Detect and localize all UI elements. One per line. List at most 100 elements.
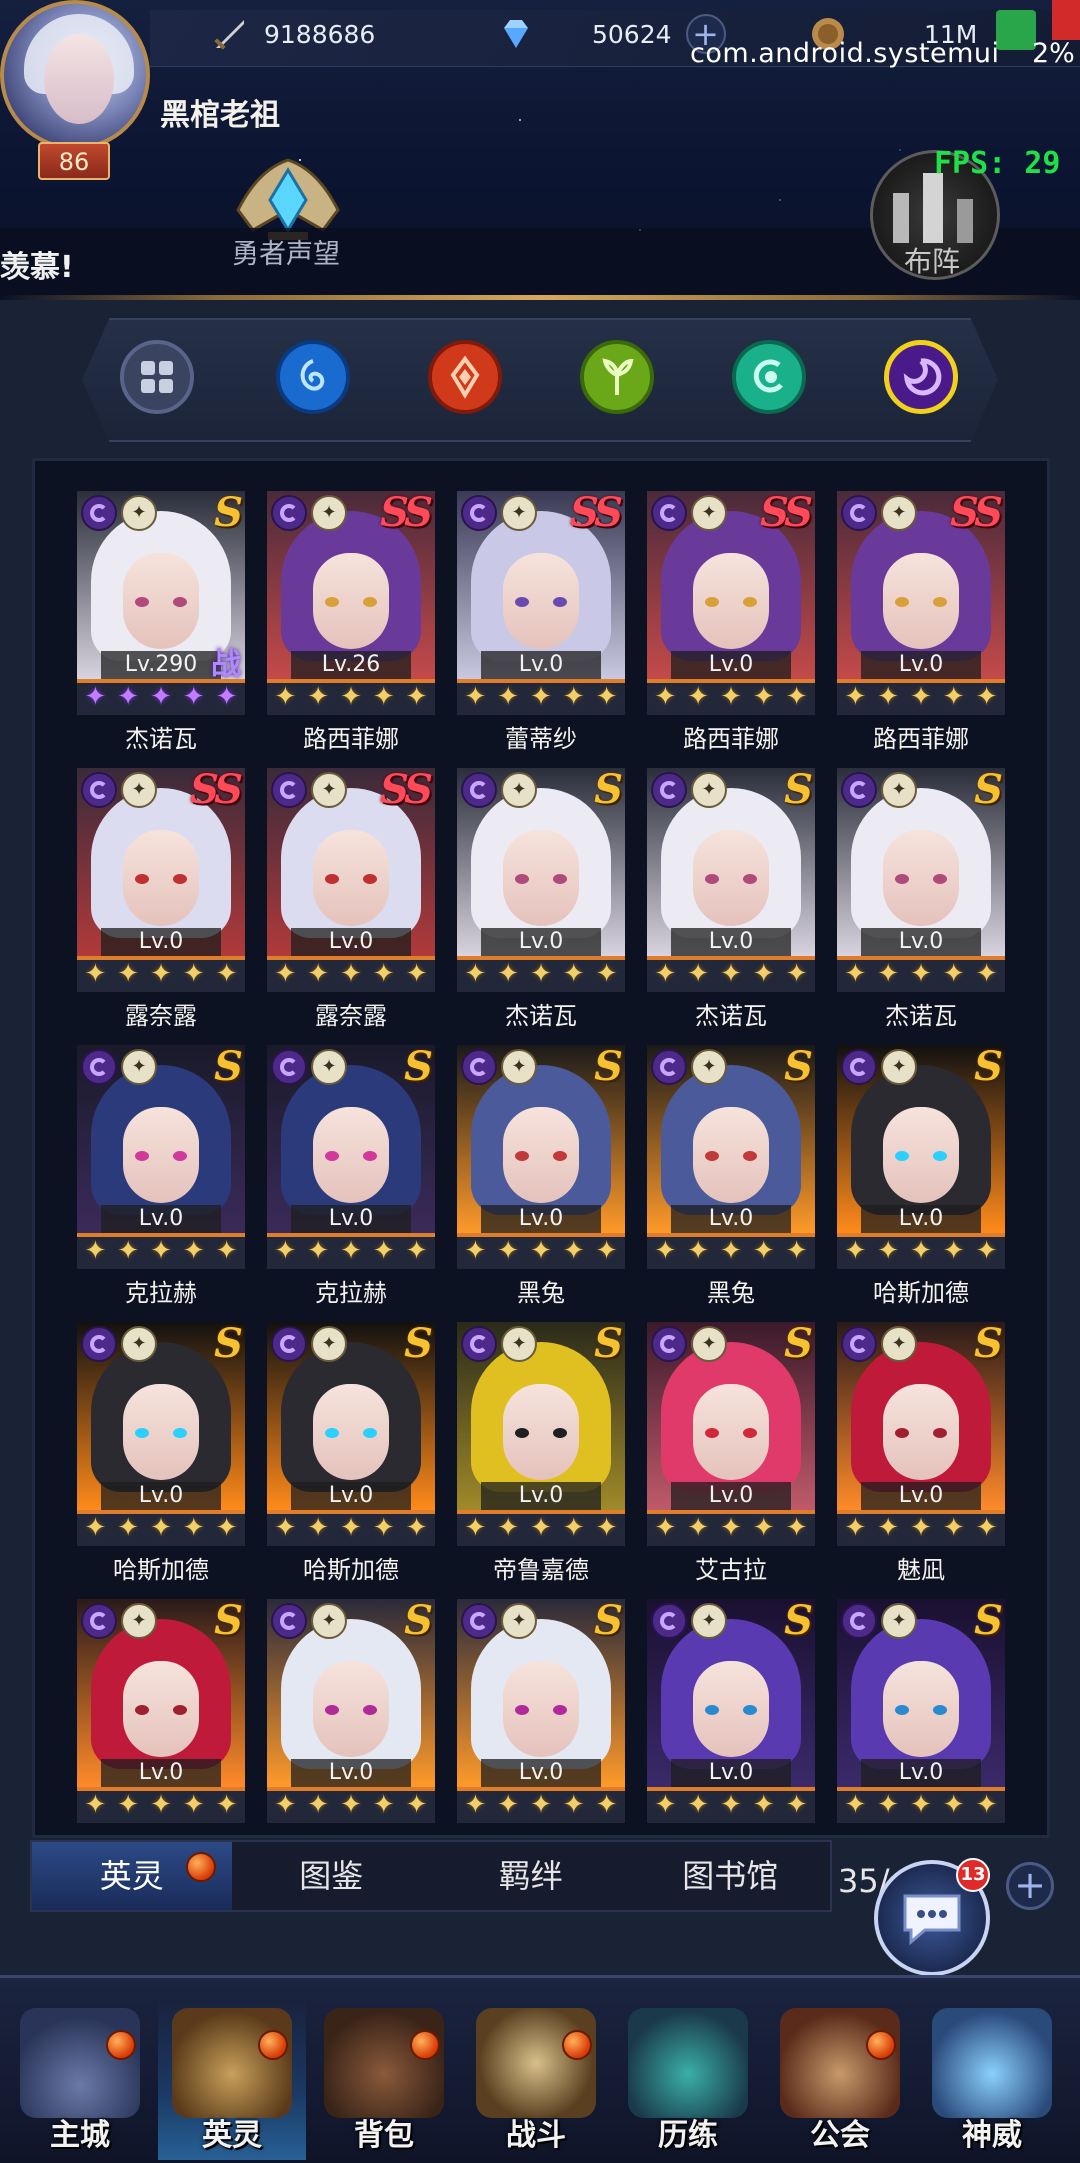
filter-dark-icon[interactable] (884, 340, 958, 414)
hero-card[interactable]: ✦ S Lv.0 ✦ ✦ ✦ ✦ ✦ (647, 1599, 815, 1835)
tab-codex[interactable]: 图鉴 (232, 1842, 432, 1910)
hero-card[interactable]: ✦ SS Lv.0 ✦ ✦ ✦ ✦ ✦ 蕾蒂纱 (457, 491, 625, 753)
hero-card[interactable]: ✦ SS Lv.0 ✦ ✦ ✦ ✦ ✦ 路西菲娜 (837, 491, 1005, 753)
star-icon: ✦ (215, 1513, 238, 1543)
hero-card[interactable]: ✦ S Lv.0 ✦ ✦ ✦ ✦ ✦ 黑兔 (457, 1045, 625, 1307)
star-icon: ✦ (215, 1236, 238, 1266)
hero-portrait: ✦ S Lv.0 (837, 768, 1005, 956)
tab-bonds[interactable]: 羁绊 (431, 1842, 631, 1910)
nav-guild[interactable]: 公会 (766, 2000, 914, 2160)
star-icon: ✦ (752, 1790, 775, 1820)
rank-badge: S (594, 1322, 623, 1367)
hero-card[interactable]: ✦ S Lv.290 战 ✦ ✦ ✦ ✦ ✦ 杰诺瓦 (77, 491, 245, 753)
filter-water-icon[interactable] (276, 340, 350, 414)
hero-card[interactable]: ✦ S Lv.0 ✦ ✦ ✦ ✦ ✦ 杰诺瓦 (647, 768, 815, 1030)
filter-fire-icon[interactable] (428, 340, 502, 414)
hero-portrait: ✦ S Lv.0 (77, 1322, 245, 1510)
star-icon: ✦ (117, 1236, 140, 1266)
hero-card[interactable]: ✦ S Lv.0 ✦ ✦ ✦ ✦ ✦ (457, 1599, 625, 1835)
rank-badge: SS (190, 768, 243, 813)
hero-card[interactable]: ✦ S Lv.0 ✦ ✦ ✦ ✦ ✦ (837, 1599, 1005, 1835)
star-icon: ✦ (84, 1513, 107, 1543)
star-icon: ✦ (530, 1513, 552, 1543)
hero-card[interactable]: ✦ S Lv.0 ✦ ✦ ✦ ✦ ✦ 克拉赫 (77, 1045, 245, 1307)
star-icon: ✦ (405, 1790, 428, 1820)
nav-divine[interactable]: 神威 (918, 2000, 1066, 2160)
marquee-text: 羡慕! (0, 250, 74, 285)
hero-card[interactable]: ✦ S Lv.0 ✦ ✦ ✦ ✦ ✦ 帝鲁嘉德 (457, 1322, 625, 1584)
nav-trials[interactable]: 历练 (614, 2000, 762, 2160)
dark-element-icon (841, 495, 877, 531)
star-rating: ✦ ✦ ✦ ✦ ✦ (77, 1510, 245, 1546)
dark-element-icon (81, 1326, 117, 1362)
expand-slots-button[interactable]: + (1006, 1862, 1054, 1910)
hero-card[interactable]: ✦ S Lv.0 ✦ ✦ ✦ ✦ ✦ 黑兔 (647, 1045, 815, 1307)
nav-main-city[interactable]: 主城 (6, 2000, 154, 2160)
hero-card[interactable]: ✦ SS Lv.0 ✦ ✦ ✦ ✦ ✦ 路西菲娜 (647, 491, 815, 753)
star-rating: ✦ ✦ ✦ ✦ ✦ (837, 1787, 1005, 1823)
filter-light-icon[interactable] (732, 340, 806, 414)
hero-portrait: ✦ S Lv.0 (457, 1045, 625, 1233)
chat-icon (903, 1894, 961, 1946)
hero-card[interactable]: ✦ S Lv.0 ✦ ✦ ✦ ✦ ✦ 艾古拉 (647, 1322, 815, 1584)
hero-level: Lv.26 (291, 651, 411, 679)
rank-badge: S (974, 768, 1003, 813)
hero-card[interactable]: ✦ SS Lv.0 ✦ ✦ ✦ ✦ ✦ 露奈露 (77, 768, 245, 1030)
hero-level: Lv.0 (671, 1759, 791, 1787)
hero-card[interactable]: ✦ S Lv.0 ✦ ✦ ✦ ✦ ✦ 哈斯加德 (267, 1322, 435, 1584)
nav-bag[interactable]: 背包 (310, 2000, 458, 2160)
star-icon: ✦ (372, 682, 395, 712)
star-icon: ✦ (530, 1236, 552, 1266)
diamond-icon (496, 14, 536, 54)
dark-element-icon (271, 495, 307, 531)
star-icon: ✦ (975, 1790, 998, 1820)
tab-heroes[interactable]: 英灵 (32, 1842, 232, 1910)
filter-wind-icon[interactable] (580, 340, 654, 414)
star-icon: ✦ (975, 1236, 998, 1266)
star-icon: ✦ (910, 959, 932, 989)
hero-name: 杰诺瓦 (885, 1002, 957, 1030)
dark-element-icon (841, 1049, 877, 1085)
class-icon: ✦ (881, 495, 917, 531)
rank-badge: S (214, 1599, 243, 1644)
star-icon: ✦ (687, 1236, 710, 1266)
hero-card[interactable]: ✦ S Lv.0 ✦ ✦ ✦ ✦ ✦ 魅凪 (837, 1322, 1005, 1584)
star-rating: ✦ ✦ ✦ ✦ ✦ (77, 1233, 245, 1269)
star-icon: ✦ (530, 959, 552, 989)
hero-card[interactable]: ✦ S Lv.0 ✦ ✦ ✦ ✦ ✦ 哈斯加德 (77, 1322, 245, 1584)
status-bar-indicator (1052, 0, 1080, 40)
nav-heroes[interactable]: 英灵 (158, 2000, 306, 2160)
hero-card[interactable]: ✦ S Lv.0 ✦ ✦ ✦ ✦ ✦ (267, 1599, 435, 1835)
star-icon: ✦ (307, 1790, 330, 1820)
hero-card[interactable]: ✦ S Lv.0 ✦ ✦ ✦ ✦ ✦ (77, 1599, 245, 1835)
player-avatar[interactable] (0, 0, 150, 150)
hero-portrait: ✦ S Lv.0 (457, 1599, 625, 1787)
nav-battle[interactable]: 战斗 (462, 2000, 610, 2160)
rank-badge: S (594, 1045, 623, 1090)
dark-element-icon (271, 1049, 307, 1085)
dark-element-icon (271, 1603, 307, 1639)
star-icon: ✦ (975, 1513, 998, 1543)
rank-badge: SS (950, 491, 1003, 536)
tab-library[interactable]: 图书馆 (631, 1842, 831, 1910)
hero-portrait: ✦ S Lv.0 (267, 1599, 435, 1787)
hero-card[interactable]: ✦ SS Lv.26 ✦ ✦ ✦ ✦ ✦ 路西菲娜 (267, 491, 435, 753)
hero-portrait: ✦ S Lv.290 战 (77, 491, 245, 679)
hero-level: Lv.0 (291, 1482, 411, 1510)
star-icon: ✦ (595, 1236, 618, 1266)
star-icon: ✦ (307, 1236, 330, 1266)
star-icon: ✦ (274, 1790, 297, 1820)
hero-card[interactable]: ✦ S Lv.0 ✦ ✦ ✦ ✦ ✦ 杰诺瓦 (457, 768, 625, 1030)
star-rating: ✦ ✦ ✦ ✦ ✦ (837, 1233, 1005, 1269)
hero-portrait: ✦ S Lv.0 (647, 1599, 815, 1787)
dark-element-icon (651, 772, 687, 808)
star-icon: ✦ (687, 1790, 710, 1820)
hero-card[interactable]: ✦ SS Lv.0 ✦ ✦ ✦ ✦ ✦ 露奈露 (267, 768, 435, 1030)
add-coin-button[interactable] (996, 10, 1036, 50)
hero-card[interactable]: ✦ S Lv.0 ✦ ✦ ✦ ✦ ✦ 杰诺瓦 (837, 768, 1005, 1030)
hero-card[interactable]: ✦ S Lv.0 ✦ ✦ ✦ ✦ ✦ 哈斯加德 (837, 1045, 1005, 1307)
filter-all-icon[interactable] (120, 340, 194, 414)
notification-dot (866, 2030, 896, 2060)
hero-card[interactable]: ✦ S Lv.0 ✦ ✦ ✦ ✦ ✦ 克拉赫 (267, 1045, 435, 1307)
class-icon: ✦ (691, 1603, 727, 1639)
